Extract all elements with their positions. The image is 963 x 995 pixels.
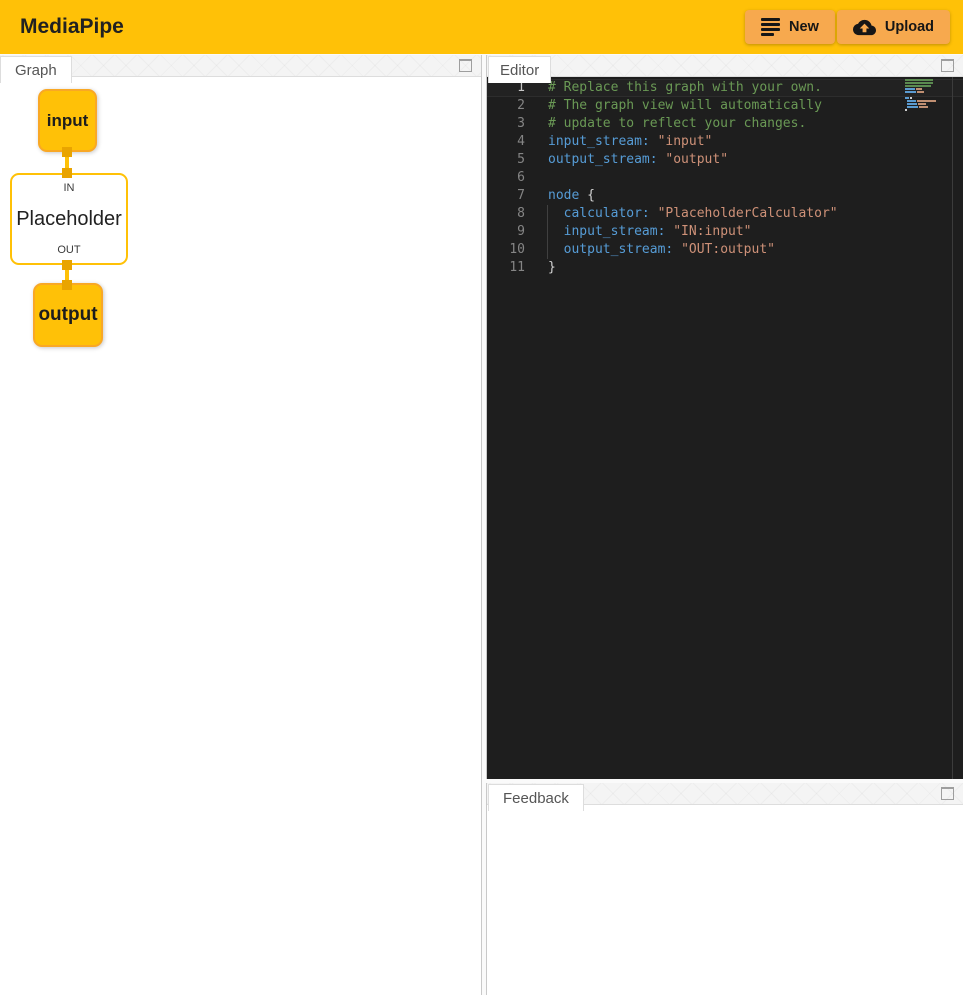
tab-graph-label: Graph — [15, 62, 57, 79]
code-line: 7node { — [487, 187, 963, 205]
code-line: 9 input_stream: "IN:input" — [487, 223, 963, 241]
editor-minimap[interactable] — [905, 79, 945, 112]
new-button[interactable]: New — [745, 10, 835, 44]
port-output-in — [62, 280, 72, 290]
editor-panel: Editor 1# Replace this graph with your o… — [486, 55, 963, 779]
tab-graph[interactable]: Graph — [0, 56, 72, 83]
graph-node-output-label: output — [38, 304, 97, 326]
port-placeholder-in — [62, 168, 72, 178]
port-input-out — [62, 147, 72, 157]
code-line: 6 — [487, 169, 963, 187]
graph-panel-header: Graph — [0, 55, 481, 77]
graph-panel: Graph input IN Placeholder OUT output — [0, 55, 482, 995]
editor-panel-header: Editor — [487, 55, 963, 77]
code-line: 8 calculator: "PlaceholderCalculator" — [487, 205, 963, 223]
code-lines: 1# Replace this graph with your own.2# T… — [487, 79, 963, 277]
code-line: 4input_stream: "input" — [487, 133, 963, 151]
app-title: MediaPipe — [20, 0, 124, 54]
new-button-label: New — [789, 19, 819, 35]
graph-node-input-label: input — [47, 111, 89, 131]
cloud-upload-icon — [853, 16, 876, 39]
code-line: 11} — [487, 259, 963, 277]
tab-feedback[interactable]: Feedback — [488, 784, 584, 811]
editor-maximize-button[interactable] — [941, 59, 954, 72]
placeholder-out-port-label: OUT — [12, 244, 126, 256]
tab-feedback-label: Feedback — [503, 790, 569, 807]
header-buttons: New Upload — [745, 10, 950, 44]
graph-node-placeholder-label: Placeholder — [12, 208, 126, 231]
feedback-panel: Feedback — [486, 783, 963, 995]
tab-editor[interactable]: Editor — [488, 56, 551, 83]
editor-overview-ruler — [952, 77, 953, 779]
code-line: 2# The graph view will automatically — [487, 97, 963, 115]
feedback-maximize-button[interactable] — [941, 787, 954, 800]
code-line: 10 output_stream: "OUT:output" — [487, 241, 963, 259]
graph-canvas[interactable]: input IN Placeholder OUT output — [0, 77, 481, 995]
code-line: 5output_stream: "output" — [487, 151, 963, 169]
code-line: 1# Replace this graph with your own. — [487, 79, 963, 97]
code-editor[interactable]: 1# Replace this graph with your own.2# T… — [487, 77, 963, 779]
graph-maximize-button[interactable] — [459, 59, 472, 72]
graph-node-output[interactable]: output — [33, 283, 103, 347]
app-header: MediaPipe New Upload — [0, 0, 963, 54]
feedback-panel-header: Feedback — [487, 783, 963, 805]
feedback-content — [487, 805, 963, 995]
list-icon — [761, 18, 780, 36]
code-line: 3# update to reflect your changes. — [487, 115, 963, 133]
tab-editor-label: Editor — [500, 62, 539, 79]
upload-button[interactable]: Upload — [837, 10, 950, 44]
graph-node-placeholder[interactable]: IN Placeholder OUT — [10, 173, 128, 265]
port-placeholder-out — [62, 260, 72, 270]
graph-node-input[interactable]: input — [38, 89, 97, 152]
upload-button-label: Upload — [885, 19, 934, 35]
placeholder-in-port-label: IN — [12, 182, 126, 194]
